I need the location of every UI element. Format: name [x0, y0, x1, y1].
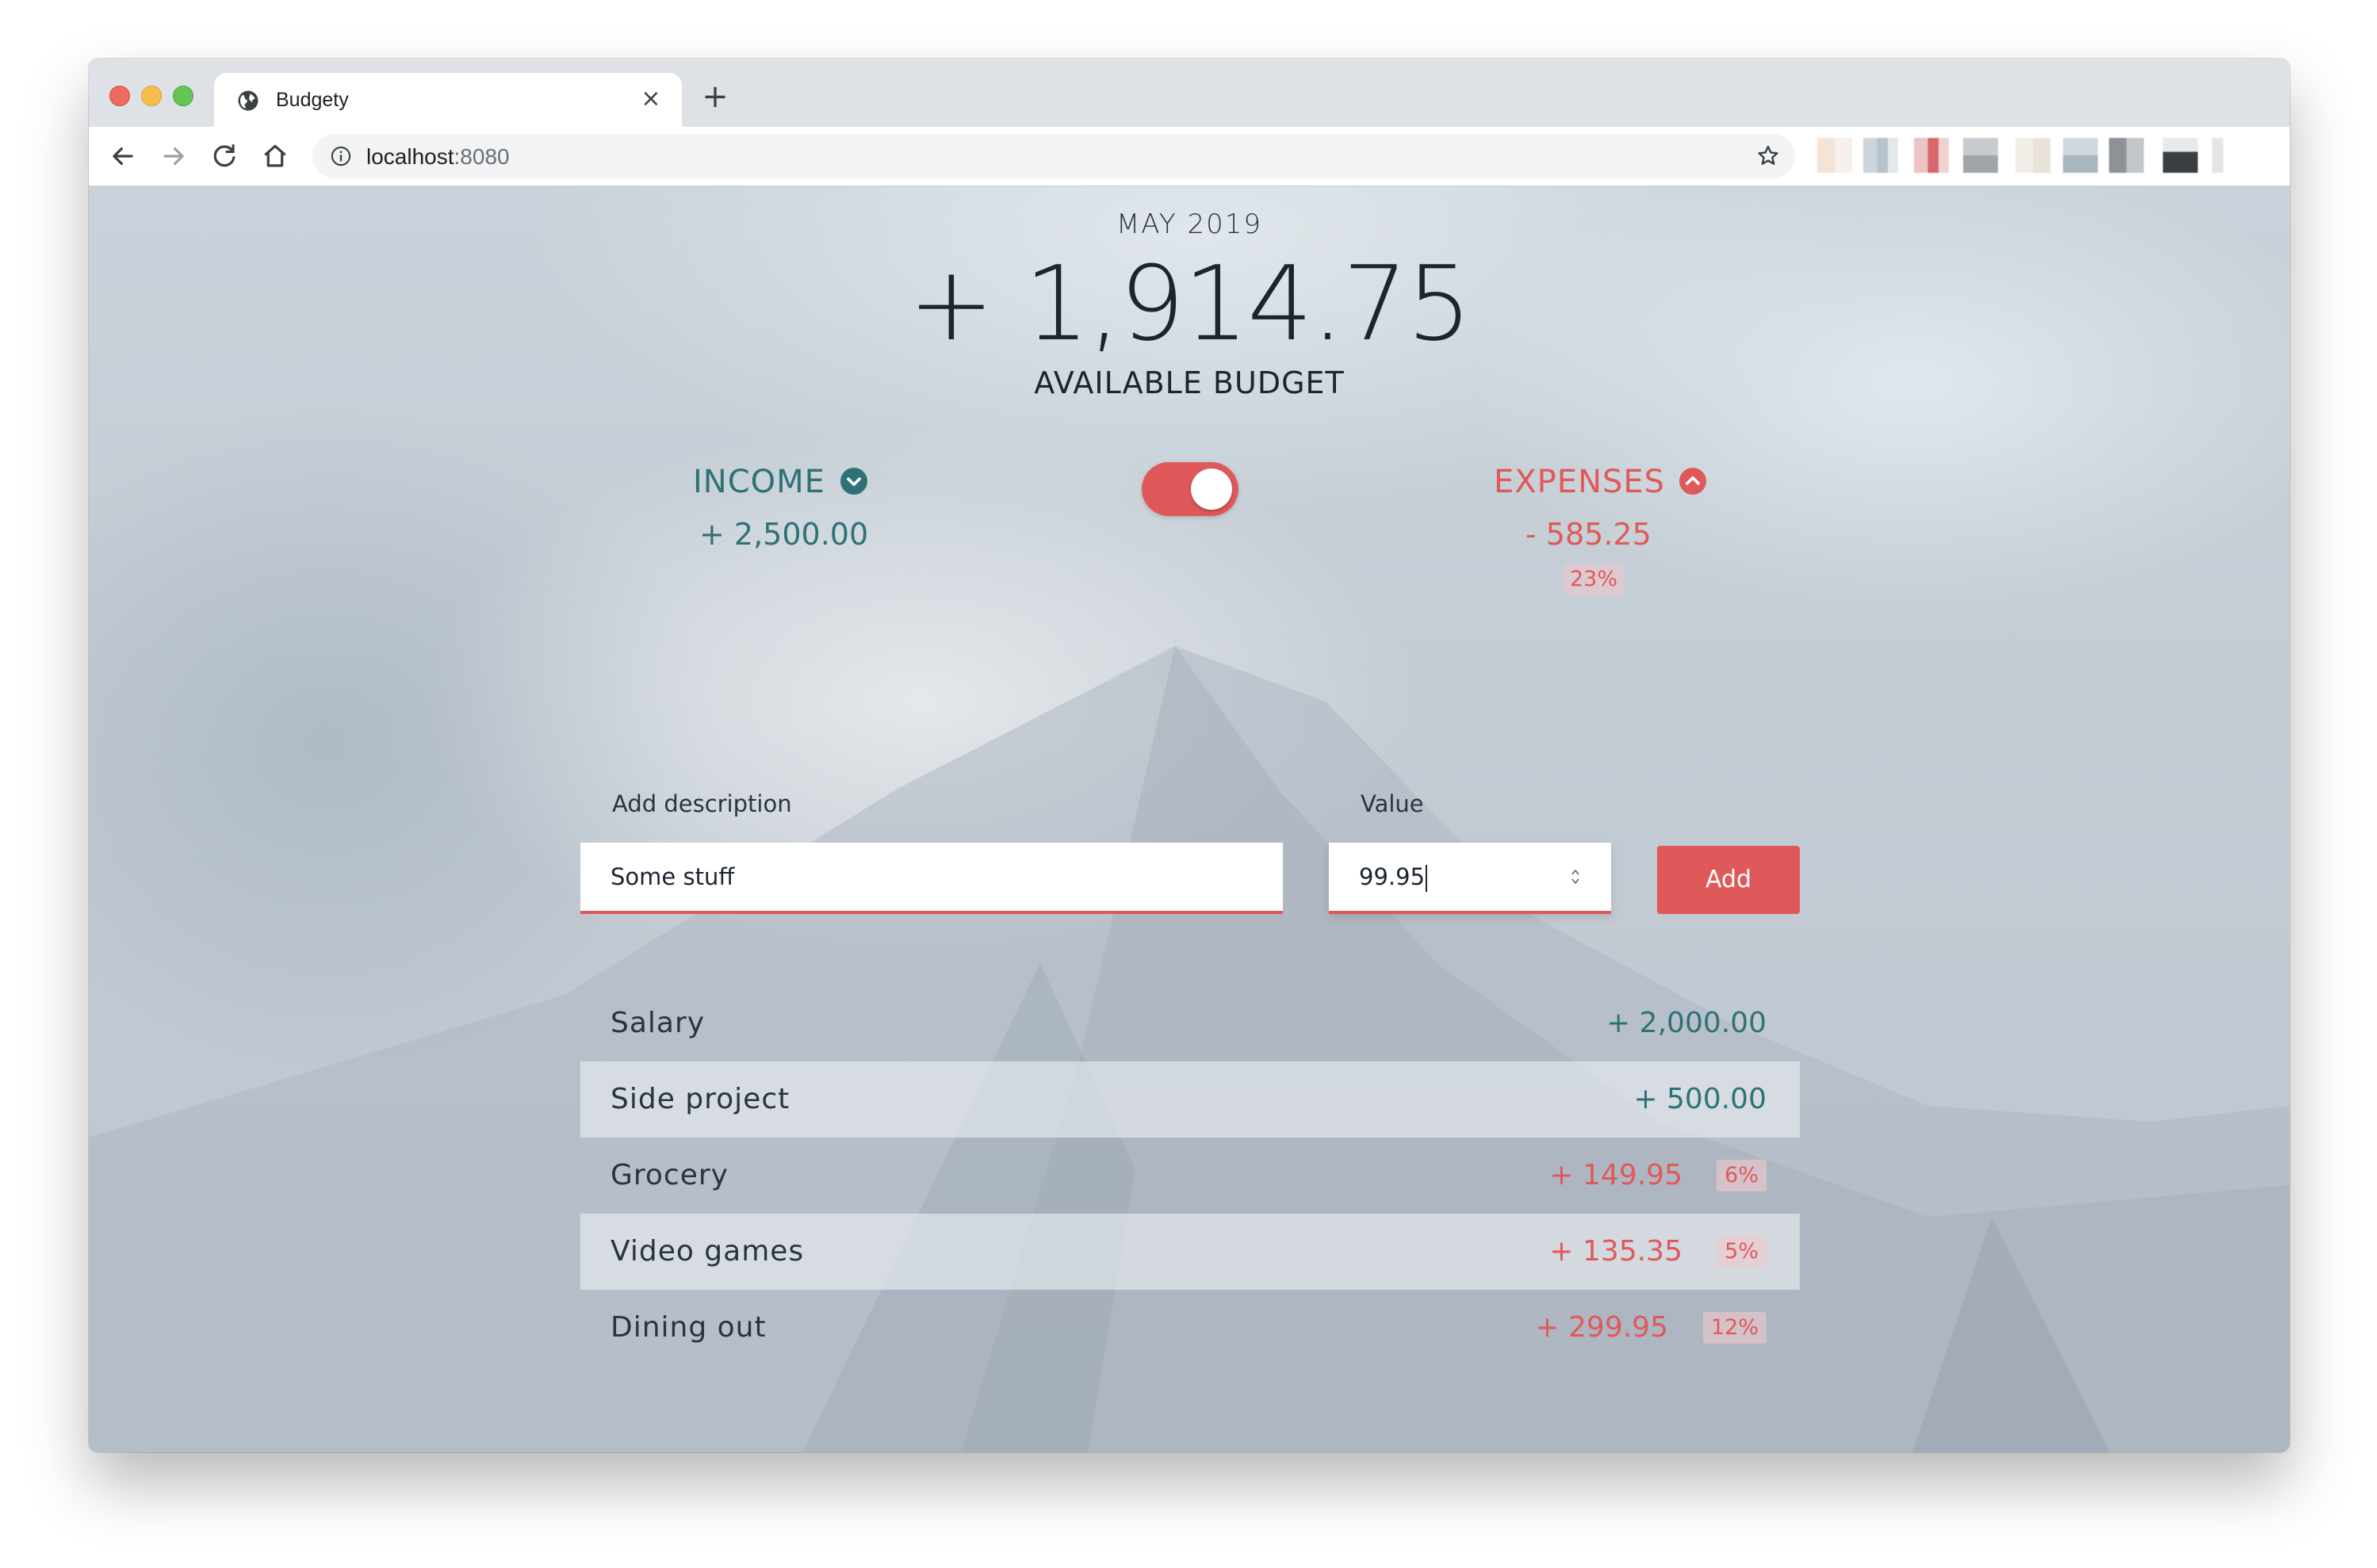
- extension-icon[interactable]: [2015, 138, 2050, 173]
- reload-icon[interactable]: [209, 141, 239, 171]
- chevron-up-icon[interactable]: [1679, 468, 1706, 495]
- text-caret: [1426, 865, 1428, 892]
- item-percentage-badge: 6%: [1717, 1160, 1766, 1191]
- extension-icon[interactable]: [1817, 138, 1852, 173]
- add-button[interactable]: Add: [1657, 846, 1800, 914]
- budget-month: MAY 2019: [1116, 208, 1263, 240]
- expenses-percentage-badge: 23%: [1564, 564, 1624, 595]
- extension-icon[interactable]: [2063, 138, 2098, 173]
- description-label: Add description: [612, 790, 792, 817]
- extension-icon[interactable]: [1963, 138, 1998, 173]
- browser-toolbar: localhost:8080: [89, 127, 2290, 186]
- zoom-window-button[interactable]: [173, 86, 193, 106]
- tab-strip: Budgety × +: [89, 59, 2290, 127]
- item-description: Grocery: [611, 1159, 729, 1191]
- back-arrow-icon[interactable]: [108, 141, 138, 171]
- list-item: Salary + 2,000.00: [580, 985, 1800, 1061]
- chevron-down-icon[interactable]: [840, 468, 867, 495]
- tab-budgety[interactable]: Budgety ×: [214, 73, 682, 127]
- item-value: + 2,000.00: [1606, 1007, 1766, 1039]
- value-input-value: 99.95: [1359, 863, 1426, 890]
- list-item: Video games + 135.35 5%: [580, 1214, 1800, 1290]
- item-description: Video games: [611, 1235, 805, 1268]
- item-value: + 299.95: [1535, 1311, 1668, 1344]
- list-item: Grocery + 149.95 6%: [580, 1138, 1800, 1214]
- item-description: Dining out: [611, 1311, 767, 1344]
- list-item: Side project + 500.00: [580, 1061, 1800, 1138]
- info-icon[interactable]: [330, 145, 352, 167]
- item-percentage-badge: 12%: [1702, 1312, 1766, 1344]
- tab-title: Budgety: [276, 89, 349, 111]
- item-value: + 500.00: [1633, 1083, 1766, 1115]
- value-input[interactable]: 99.95: [1329, 843, 1611, 914]
- bookmark-star-icon[interactable]: [1755, 143, 1781, 169]
- available-budget-label: AVAILABLE BUDGET: [1034, 365, 1345, 400]
- item-percentage-badge: 5%: [1717, 1236, 1766, 1268]
- minimize-window-button[interactable]: [141, 86, 162, 106]
- browser-window: Budgety × + localhost:8080 MAY 2019 + 1,…: [89, 59, 2290, 1452]
- url-port: :8080: [454, 144, 510, 169]
- description-input-value: Some stuff: [611, 863, 735, 890]
- address-bar[interactable]: localhost:8080: [312, 134, 1795, 178]
- close-tab-icon[interactable]: ×: [637, 86, 664, 113]
- extension-icon[interactable]: [1863, 138, 1898, 173]
- item-value: + 149.95: [1549, 1159, 1682, 1191]
- url-host: localhost: [366, 144, 454, 169]
- item-value: + 135.35: [1549, 1235, 1682, 1268]
- forward-arrow-icon[interactable]: [159, 141, 189, 171]
- income-total: + 2,500.00: [699, 517, 869, 552]
- close-window-button[interactable]: [109, 86, 130, 106]
- expenses-total: - 585.25: [1525, 517, 1652, 552]
- url-text[interactable]: localhost:8080: [366, 144, 510, 170]
- description-input[interactable]: Some stuff: [580, 843, 1283, 914]
- item-description: Salary: [611, 1007, 706, 1039]
- menu-icon[interactable]: [2212, 138, 2223, 173]
- list-item: Dining out + 299.95 12%: [580, 1290, 1800, 1366]
- toggle-knob[interactable]: [1191, 468, 1232, 510]
- item-description: Side project: [611, 1083, 790, 1115]
- value-label: Value: [1361, 790, 1424, 817]
- new-tab-button[interactable]: +: [699, 81, 731, 113]
- page-content: MAY 2019 + 1,914.75 AVAILABLE BUDGET INC…: [89, 186, 2290, 1452]
- extension-icon[interactable]: [1914, 138, 1949, 173]
- extension-icon[interactable]: [2163, 138, 2198, 173]
- number-stepper-icon[interactable]: [1570, 866, 1581, 887]
- extension-icon[interactable]: [2109, 138, 2144, 173]
- home-icon[interactable]: [260, 141, 290, 171]
- available-budget-value: + 1,914.75: [908, 243, 1472, 364]
- globe-icon: [238, 90, 258, 111]
- income-expense-toggle[interactable]: [1142, 462, 1238, 516]
